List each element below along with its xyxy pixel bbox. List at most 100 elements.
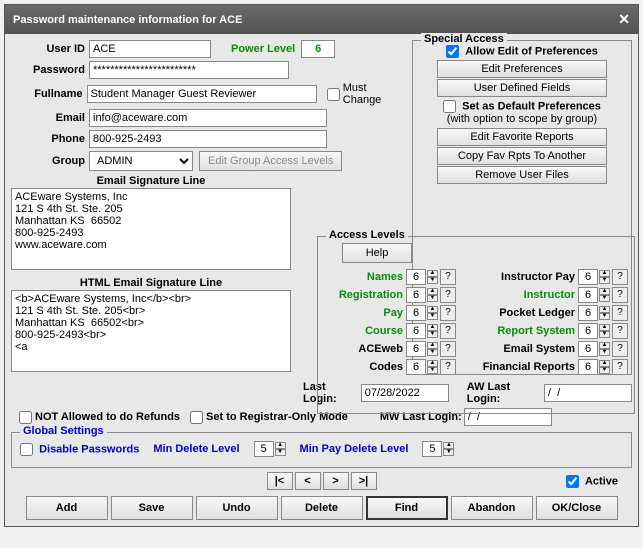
nav-next-button[interactable]: > [323, 472, 349, 490]
min-pay-delete-level-label: Min Pay Delete Level [300, 443, 409, 455]
registrar-only-checkbox[interactable] [190, 411, 203, 424]
close-icon[interactable]: ✕ [618, 11, 630, 28]
remove-user-files-button[interactable]: Remove User Files [437, 166, 607, 184]
help-icon[interactable]: ? [612, 341, 628, 357]
access-level-label: Email System [472, 343, 578, 355]
access-level-input[interactable] [578, 305, 598, 321]
edit-group-access-button[interactable]: Edit Group Access Levels [199, 151, 342, 171]
spin-up-icon[interactable]: ▲ [599, 288, 610, 295]
spin-up-icon[interactable]: ▲ [599, 360, 610, 367]
spin-up-icon[interactable]: ▲ [599, 270, 610, 277]
help-icon[interactable]: ? [440, 269, 456, 285]
access-level-input[interactable] [406, 287, 426, 303]
access-level-input[interactable] [406, 269, 426, 285]
spin-down-icon[interactable]: ▼ [599, 349, 610, 356]
spin-down-icon[interactable]: ▼ [443, 449, 454, 456]
copy-fav-reports-button[interactable]: Copy Fav Rpts To Another [437, 147, 607, 165]
html-sig-textarea[interactable]: <b>ACEware Systems, Inc</b><br> 121 S 4t… [11, 290, 291, 372]
help-icon[interactable]: ? [612, 305, 628, 321]
help-button[interactable]: Help [342, 243, 412, 263]
spin-down-icon[interactable]: ▼ [427, 349, 438, 356]
spin-up-icon[interactable]: ▲ [427, 342, 438, 349]
titlebar: Password maintenance information for ACE… [5, 5, 638, 34]
undo-button[interactable]: Undo [196, 496, 278, 520]
spin-up-icon[interactable]: ▲ [599, 306, 610, 313]
help-icon[interactable]: ? [440, 305, 456, 321]
password-input[interactable] [89, 61, 289, 79]
spin-down-icon[interactable]: ▼ [427, 331, 438, 338]
user-id-input[interactable] [89, 40, 211, 58]
access-level-input[interactable] [578, 287, 598, 303]
fullname-input[interactable] [87, 85, 317, 103]
delete-button[interactable]: Delete [281, 496, 363, 520]
power-level-input[interactable] [301, 40, 335, 58]
email-sig-textarea[interactable]: ACEware Systems, Inc 121 S 4th St. Ste. … [11, 188, 291, 270]
spin-up-icon[interactable]: ▲ [275, 442, 286, 449]
nav-last-button[interactable]: >| [351, 472, 377, 490]
set-default-prefs-checkbox[interactable] [443, 100, 456, 113]
access-level-input[interactable] [406, 341, 426, 357]
spin-down-icon[interactable]: ▼ [599, 367, 610, 374]
user-defined-fields-button[interactable]: User Defined Fields [437, 79, 607, 97]
spin-up-icon[interactable]: ▲ [443, 442, 454, 449]
spin-up-icon[interactable]: ▲ [427, 270, 438, 277]
help-icon[interactable]: ? [612, 323, 628, 339]
email-sig-title: Email Signature Line [11, 175, 291, 187]
spin-up-icon[interactable]: ▲ [427, 324, 438, 331]
no-refunds-label: NOT Allowed to do Refunds [35, 411, 180, 423]
access-level-input[interactable] [406, 323, 426, 339]
special-access-legend: Special Access [421, 33, 507, 45]
spin-up-icon[interactable]: ▲ [599, 342, 610, 349]
add-button[interactable]: Add [26, 496, 108, 520]
spin-up-icon[interactable]: ▲ [427, 306, 438, 313]
must-change-label: Must Change [343, 82, 406, 106]
spin-down-icon[interactable]: ▼ [599, 313, 610, 320]
spin-down-icon[interactable]: ▼ [427, 295, 438, 302]
access-level-input[interactable] [578, 323, 598, 339]
spin-down-icon[interactable]: ▼ [427, 277, 438, 284]
ok-close-button[interactable]: OK/Close [536, 496, 618, 520]
help-icon[interactable]: ? [612, 359, 628, 375]
abandon-button[interactable]: Abandon [451, 496, 533, 520]
help-icon[interactable]: ? [440, 287, 456, 303]
min-delete-level-input[interactable] [254, 441, 274, 457]
phone-input[interactable] [89, 130, 327, 148]
phone-label: Phone [11, 133, 89, 145]
access-level-input[interactable] [406, 305, 426, 321]
help-icon[interactable]: ? [440, 323, 456, 339]
help-icon[interactable]: ? [612, 287, 628, 303]
min-delete-level-label: Min Delete Level [153, 443, 239, 455]
spin-down-icon[interactable]: ▼ [599, 277, 610, 284]
spin-down-icon[interactable]: ▼ [427, 367, 438, 374]
nav-first-button[interactable]: |< [267, 472, 293, 490]
spin-down-icon[interactable]: ▼ [275, 449, 286, 456]
disable-passwords-checkbox[interactable] [20, 443, 33, 456]
spin-down-icon[interactable]: ▼ [599, 331, 610, 338]
allow-edit-prefs-checkbox[interactable] [446, 45, 459, 58]
edit-favorite-reports-button[interactable]: Edit Favorite Reports [437, 128, 607, 146]
access-level-input[interactable] [406, 359, 426, 375]
spin-up-icon[interactable]: ▲ [427, 360, 438, 367]
help-icon[interactable]: ? [440, 341, 456, 357]
group-select[interactable]: ADMIN [89, 151, 193, 171]
edit-preferences-button[interactable]: Edit Preferences [437, 60, 607, 78]
find-button[interactable]: Find [366, 496, 448, 520]
help-icon[interactable]: ? [612, 269, 628, 285]
access-level-input[interactable] [578, 359, 598, 375]
allow-edit-prefs-label: Allow Edit of Preferences [465, 45, 598, 57]
help-icon[interactable]: ? [440, 359, 456, 375]
email-input[interactable] [89, 109, 327, 127]
active-checkbox[interactable] [566, 475, 579, 488]
save-button[interactable]: Save [111, 496, 193, 520]
spin-down-icon[interactable]: ▼ [599, 295, 610, 302]
min-pay-delete-level-input[interactable] [422, 441, 442, 457]
must-change-checkbox[interactable] [327, 88, 340, 101]
nav-prev-button[interactable]: < [295, 472, 321, 490]
access-level-input[interactable] [578, 269, 598, 285]
spin-up-icon[interactable]: ▲ [427, 288, 438, 295]
spin-up-icon[interactable]: ▲ [599, 324, 610, 331]
spin-down-icon[interactable]: ▼ [427, 313, 438, 320]
no-refunds-checkbox[interactable] [19, 411, 32, 424]
access-level-input[interactable] [578, 341, 598, 357]
access-level-label: Instructor [472, 289, 578, 301]
